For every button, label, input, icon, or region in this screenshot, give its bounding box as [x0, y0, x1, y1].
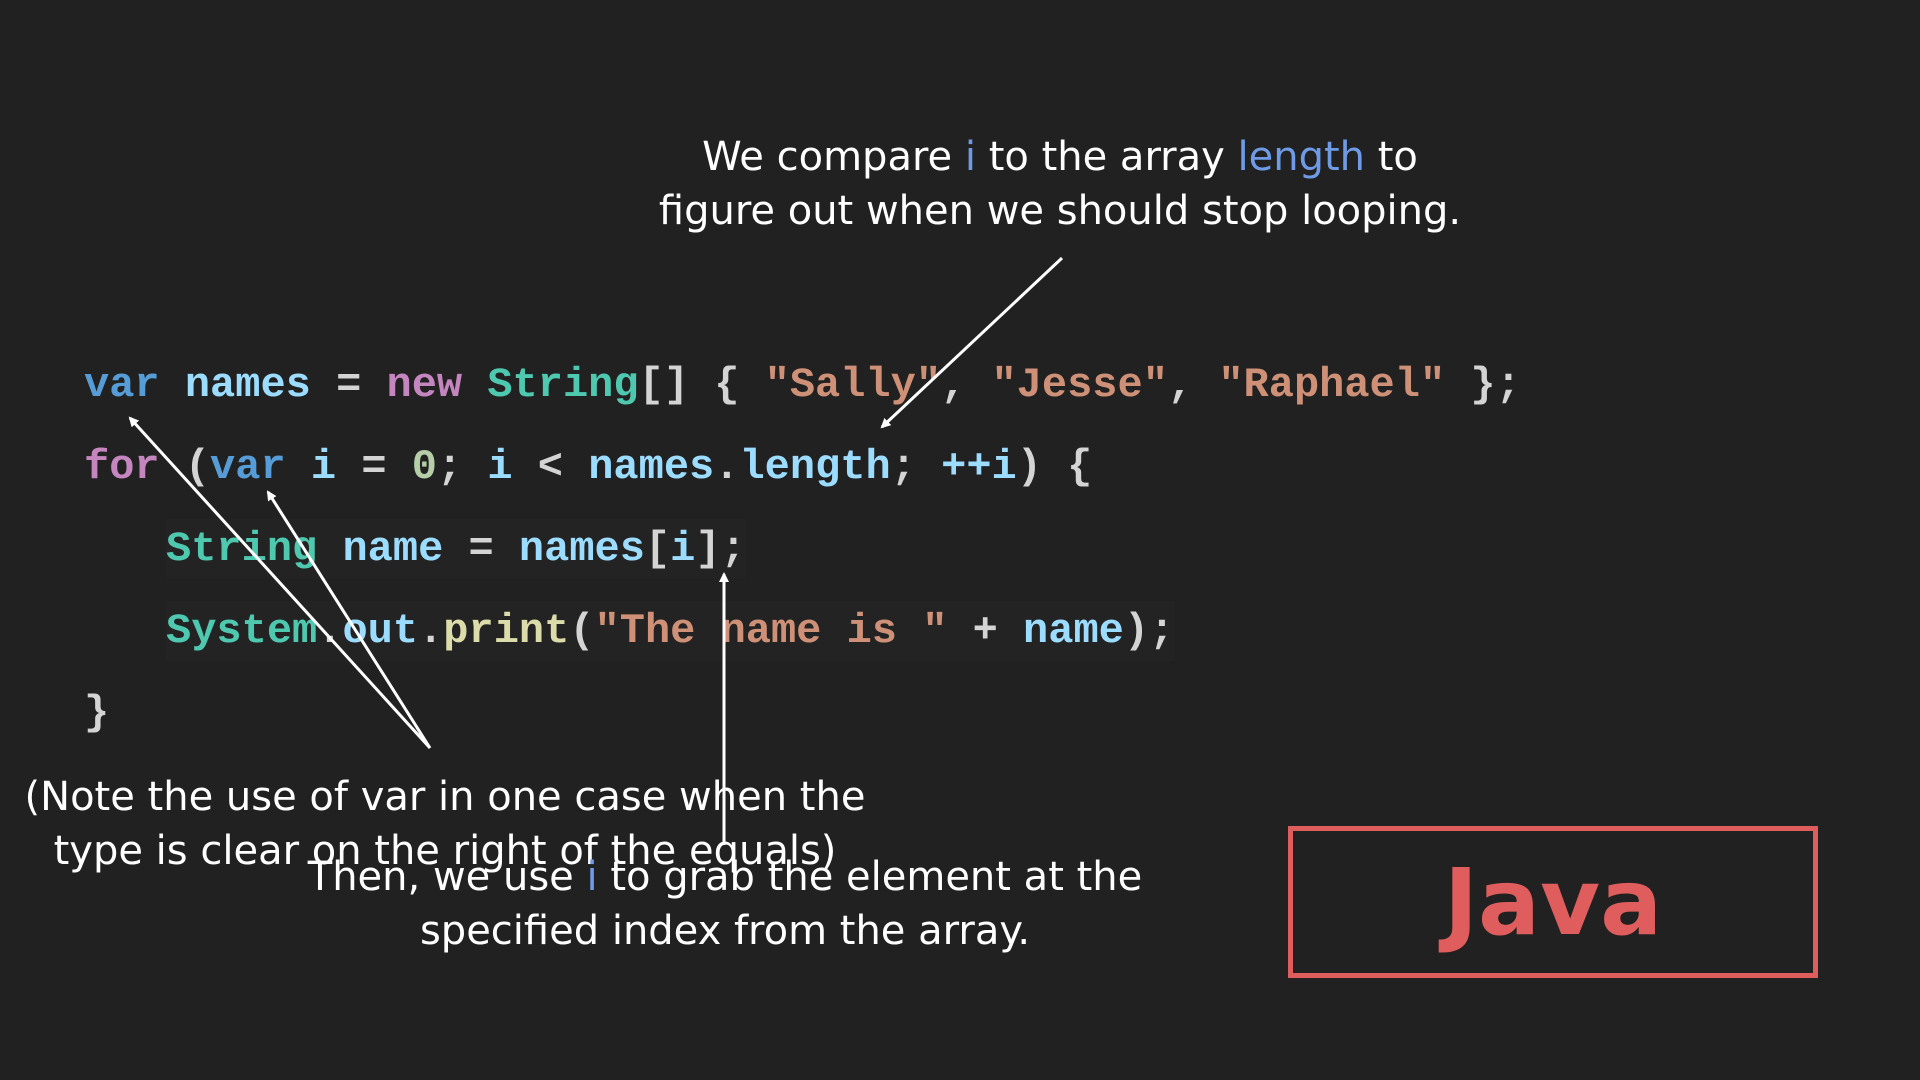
code-line-2: for (var i = 0; i < names.length; ++i) {	[84, 443, 1093, 491]
code-line-1: var names = new String[] { "Sally", "Jes…	[84, 361, 1521, 409]
code-line-3: String name = names[i];	[166, 519, 746, 579]
annotation-compare-line2: figure out when we should stop looping.	[658, 188, 1462, 234]
annotation-index-line2: specified index from the array.	[419, 908, 1031, 954]
highlight-i: i	[586, 854, 598, 900]
language-label: Java	[1443, 848, 1663, 956]
highlight-length: length	[1237, 134, 1366, 180]
slide: We compare i to the array length to figu…	[0, 0, 1920, 1080]
annotation-compare: We compare i to the array length to figu…	[560, 130, 1560, 238]
highlight-i: i	[964, 134, 976, 180]
code-line-5: }	[84, 689, 110, 737]
annotation-index: Then, we use i to grab the element at th…	[200, 850, 1250, 958]
annotation-var-note-line1: (Note the use of var in one case when th…	[24, 774, 866, 820]
annotation-index-line1: Then, we use i to grab the element at th…	[307, 854, 1143, 900]
code-line-4: System.out.print("The name is " + name);	[166, 601, 1175, 661]
language-badge: Java	[1288, 826, 1818, 978]
annotation-compare-line1: We compare i to the array length to	[702, 134, 1418, 180]
